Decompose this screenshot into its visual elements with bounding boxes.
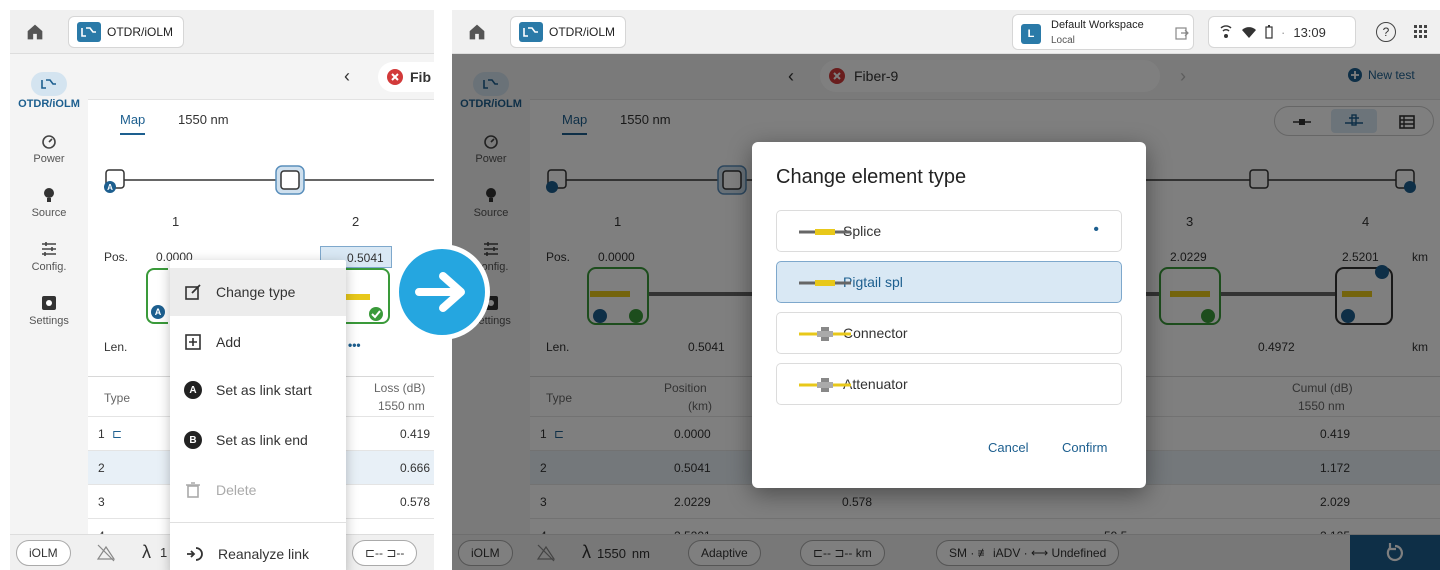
reanalyze-icon (187, 547, 203, 561)
len-label: Len. (104, 340, 128, 354)
menu-item-delete: Delete (170, 466, 346, 514)
cancel-button[interactable]: Cancel (988, 440, 1028, 455)
sidebar-item-label: Source (31, 207, 67, 219)
pass-check-icon (369, 307, 383, 321)
option-pigtail-splice[interactable]: Pigtail spl (776, 261, 1122, 303)
badge-b-icon: B (184, 431, 202, 449)
element-number: 2 (352, 214, 360, 229)
sidebar-item-config[interactable]: Config. (10, 240, 88, 273)
svg-text:A: A (155, 307, 162, 317)
element-2-card[interactable] (340, 268, 390, 324)
system-status[interactable]: · 13:09 (1208, 16, 1356, 48)
element-number: 1 (172, 214, 180, 229)
export-icon (1175, 27, 1189, 40)
view-tabs: Map 1550 nm (88, 100, 434, 140)
add-box-icon (185, 334, 201, 350)
sidebar-item-label: Settings (29, 315, 69, 327)
help-icon[interactable]: ? (1376, 22, 1396, 42)
top-bar: OTDR/iOLM (10, 10, 434, 54)
home-icon[interactable] (466, 21, 488, 43)
attenuator-icon (799, 378, 851, 392)
app-tab-otdr[interactable]: OTDR/iOLM (510, 16, 626, 48)
sidebar: OTDR/iOLM Power Source Config. Settings (10, 54, 88, 570)
app-tab-label: OTDR/iOLM (107, 25, 173, 39)
svg-text:A: A (107, 183, 113, 192)
sliders-icon (42, 242, 56, 256)
change-type-dialog: Change element type Splice • Pigtail spl… (752, 142, 1146, 488)
no-signal-icon (96, 544, 116, 562)
clock-time: 13:09 (1293, 24, 1326, 40)
sidebar-item-settings[interactable]: Settings (10, 294, 88, 327)
mode-chip[interactable]: iOLM (16, 540, 71, 566)
menu-item-link-start[interactable]: A Set as link start (170, 366, 346, 414)
workspace-name: Default Workspace (1051, 19, 1144, 31)
more-options-icon[interactable]: ••• (348, 338, 361, 352)
workspace-badge: L (1021, 24, 1041, 44)
trash-icon (186, 482, 200, 498)
settings-icon (42, 296, 56, 310)
option-attenuator[interactable]: Attenuator (776, 363, 1122, 405)
menu-divider (170, 522, 346, 523)
menu-item-reanalyze[interactable]: Reanalyze link (170, 530, 346, 570)
menu-item-change-type[interactable]: Change type (170, 268, 346, 316)
badge-a-icon: A (151, 305, 165, 319)
recommended-dot: • (1093, 221, 1099, 238)
range-chip[interactable]: ⊏-- ⊐-- (352, 540, 418, 566)
home-icon[interactable] (24, 21, 46, 43)
trace-icon (519, 22, 543, 42)
status-dot: · (1281, 24, 1286, 40)
sidebar-item-label: Power (33, 153, 65, 165)
fiber-selector[interactable]: Fib (378, 62, 434, 92)
workspace-selector[interactable]: L Default Workspace Local (1012, 14, 1194, 50)
edit-icon (185, 284, 201, 300)
context-menu: Change type Add A Set as link start B Se… (170, 260, 346, 570)
sidebar-item-power[interactable]: Power (10, 132, 88, 165)
left-screenshot-panel: OTDR/iOLM OTDR/iOLM Power Source Config.… (10, 10, 434, 570)
antenna-icon (1220, 25, 1232, 38)
right-screenshot-panel: OTDR/iOLM L Default Workspace Local · 13… (452, 10, 1440, 570)
connector-type-icon (799, 327, 851, 341)
lambda-label: λ (142, 542, 151, 562)
bulb-icon (44, 188, 54, 202)
fail-status-icon (387, 69, 403, 85)
top-bar: OTDR/iOLM L Default Workspace Local · 13… (452, 10, 1440, 54)
app-tab-otdr[interactable]: OTDR/iOLM (68, 16, 184, 48)
dialog-title: Change element type (776, 166, 967, 188)
trace-icon (77, 22, 101, 42)
confirm-button[interactable]: Confirm (1062, 440, 1108, 455)
option-splice[interactable]: Splice • (776, 210, 1122, 252)
option-connector[interactable]: Connector (776, 312, 1122, 354)
transition-arrow-icon (394, 244, 490, 340)
badge-a-icon: A (184, 381, 202, 399)
workspace-sub: Local (1051, 35, 1075, 46)
chevron-left-icon[interactable]: ‹ (344, 66, 350, 87)
menu-item-add[interactable]: Add (170, 318, 346, 366)
menu-item-link-end[interactable]: B Set as link end (170, 416, 346, 464)
connector-icon: ⊏ (112, 427, 123, 441)
sidebar-item-source[interactable]: Source (10, 186, 88, 219)
sidebar-item-otdr[interactable]: OTDR/iOLM (10, 72, 88, 110)
sidebar-item-label: OTDR/iOLM (18, 98, 80, 110)
tab-wavelength[interactable]: 1550 nm (178, 112, 229, 127)
fiber-nav: ‹ Fib (88, 54, 434, 100)
battery-icon (1265, 25, 1273, 39)
splice-icon (799, 229, 851, 235)
wifi-icon (1242, 27, 1256, 38)
gauge-icon (42, 135, 56, 149)
fiber-name: Fib (410, 69, 431, 85)
pos-label: Pos. (104, 250, 129, 264)
trace-icon (41, 79, 56, 89)
pigtail-splice-icon (799, 280, 851, 286)
app-tab-label: OTDR/iOLM (549, 25, 615, 39)
sidebar-item-label: Config. (31, 261, 67, 273)
apps-grid-icon[interactable] (1414, 25, 1428, 39)
tab-map[interactable]: Map (120, 112, 146, 135)
